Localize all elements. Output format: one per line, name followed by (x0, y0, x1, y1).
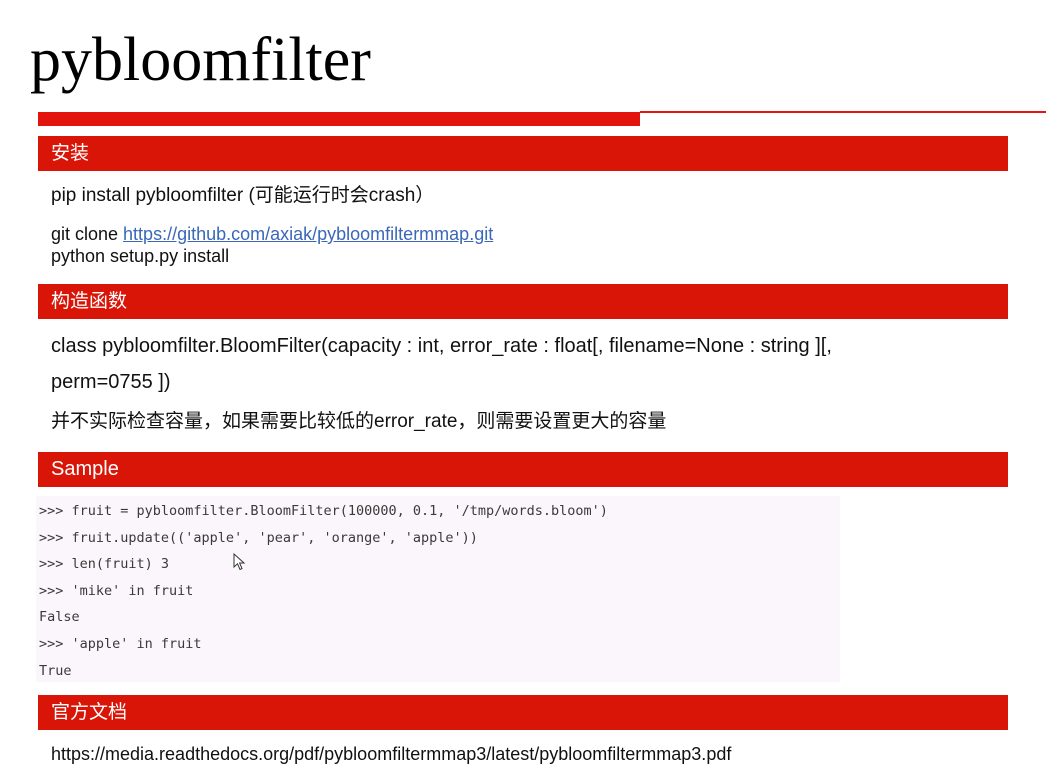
section-heading-docs: 官方文档 (38, 695, 1008, 730)
section-heading-install: 安装 (38, 136, 1008, 171)
code-line: >>> 'mike' in fruit (39, 583, 194, 599)
github-repo-link[interactable]: https://github.com/axiak/pybloomfiltermm… (123, 224, 493, 244)
git-clone-prefix: git clone (51, 224, 124, 244)
code-line: True (39, 663, 72, 679)
install-git-clone-line: git clone https://github.com/axiak/pyblo… (51, 224, 493, 245)
mouse-pointer-icon (233, 553, 246, 571)
code-line: >>> fruit = pybloomfilter.BloomFilter(10… (39, 503, 608, 519)
code-line: False (39, 609, 80, 625)
code-sample-block: >>> fruit = pybloomfilter.BloomFilter(10… (36, 496, 840, 682)
constructor-signature-line2: perm=0755 ]) (51, 371, 171, 393)
install-pip-line: pip install pybloomfilter (可能运行时会crash） (51, 185, 435, 206)
section-heading-constructor: 构造函数 (38, 284, 1008, 319)
code-line: >>> fruit.update(('apple', 'pear', 'oran… (39, 530, 478, 546)
title-underline-thick (38, 112, 640, 126)
title-underline-thin (640, 111, 1046, 113)
section-heading-sample: Sample (38, 452, 1008, 487)
constructor-note: 并不实际检查容量，如果需要比较低的error_rate，则需要设置更大的容量 (51, 411, 667, 432)
code-line: >>> 'apple' in fruit (39, 636, 202, 652)
code-line: >>> len(fruit) 3 (39, 556, 170, 572)
install-setup-line: python setup.py install (51, 246, 230, 266)
constructor-signature-line1: class pybloomfilter.BloomFilter(capacity… (51, 335, 832, 357)
slide-title: pybloomfilter (30, 26, 371, 94)
docs-url: https://media.readthedocs.org/pdf/pybloo… (51, 744, 732, 764)
